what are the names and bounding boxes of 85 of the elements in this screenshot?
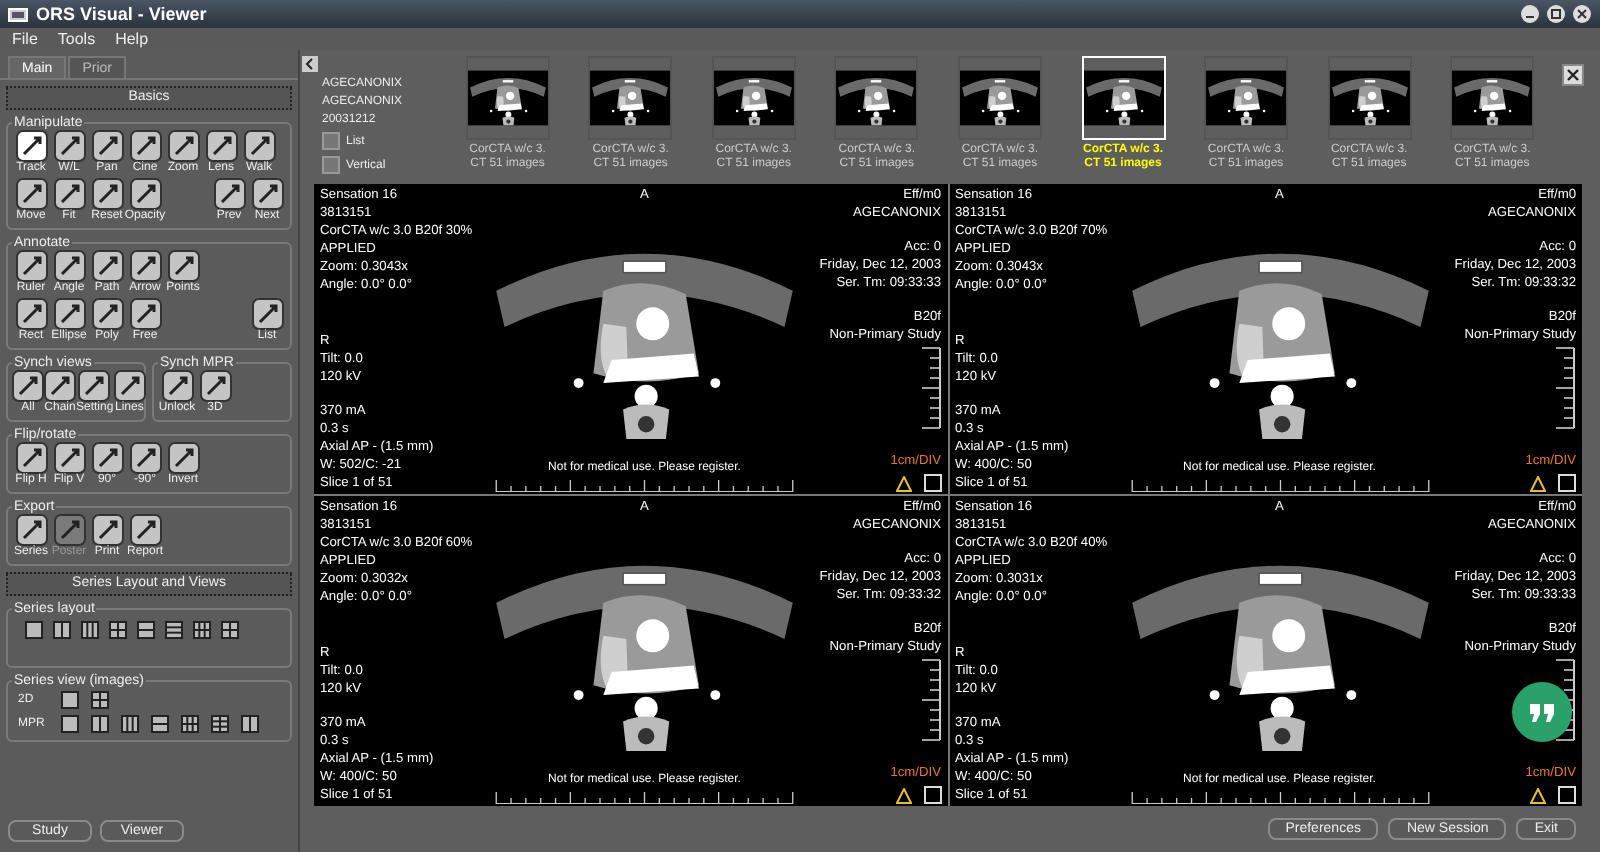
tool-icon bbox=[53, 442, 85, 474]
tool-icon bbox=[129, 298, 161, 330]
tool-icon bbox=[15, 442, 47, 474]
minimize-button[interactable] bbox=[1520, 4, 1540, 24]
grid-layout-icon[interactable] bbox=[210, 714, 230, 735]
warning-icon[interactable] bbox=[895, 787, 911, 803]
warning-icon[interactable] bbox=[1530, 475, 1546, 491]
square-toggle[interactable] bbox=[1558, 474, 1576, 492]
menu-item[interactable]: Help bbox=[115, 30, 149, 48]
grid-layout-icon[interactable] bbox=[192, 620, 212, 640]
grid-layout-icon[interactable] bbox=[90, 714, 110, 735]
grid-layout-icon[interactable] bbox=[220, 620, 240, 640]
tool-icon bbox=[53, 178, 85, 210]
tool-icon bbox=[91, 442, 123, 474]
tool-icon bbox=[243, 130, 275, 162]
close-icon[interactable] bbox=[1562, 64, 1584, 86]
grid-layout-icon[interactable] bbox=[60, 714, 80, 735]
tool-icon bbox=[53, 130, 85, 162]
tool-icon bbox=[15, 250, 47, 282]
tool-icon bbox=[53, 514, 85, 546]
ct-scan-drawing bbox=[711, 56, 796, 140]
grid-layout-icon[interactable] bbox=[180, 714, 200, 735]
tool-icon bbox=[205, 130, 237, 162]
ct-scan-drawing bbox=[465, 56, 550, 140]
tool-icon bbox=[53, 250, 85, 282]
tool-icon bbox=[91, 130, 123, 162]
window-title: ORS Visual - Viewer bbox=[36, 4, 207, 24]
grid-layout-icon[interactable] bbox=[164, 620, 184, 640]
tool-icon bbox=[15, 130, 47, 162]
chevron-left-icon[interactable] bbox=[302, 56, 318, 72]
grid-layout-icon[interactable] bbox=[80, 620, 100, 640]
tool-icon bbox=[161, 370, 193, 402]
checkbox[interactable] bbox=[322, 132, 340, 150]
tool-icon bbox=[15, 514, 47, 546]
grid-layout-icon[interactable] bbox=[24, 620, 44, 640]
quote-icon bbox=[1530, 703, 1554, 721]
maximize-button[interactable] bbox=[1546, 4, 1566, 24]
tool-icon bbox=[15, 298, 47, 330]
tool-icon bbox=[91, 250, 123, 282]
tool-icon bbox=[251, 178, 283, 210]
tool-icon bbox=[91, 178, 123, 210]
warning-icon[interactable] bbox=[1530, 787, 1546, 803]
grid-layout-icon[interactable] bbox=[136, 620, 156, 640]
grid-layout-icon[interactable] bbox=[120, 714, 140, 735]
tool-icon bbox=[213, 178, 245, 210]
ct-scan-drawing bbox=[1204, 56, 1289, 140]
tool-icon bbox=[129, 442, 161, 474]
tool-icon bbox=[167, 442, 199, 474]
ct-scan-drawing bbox=[588, 56, 673, 140]
checkbox[interactable] bbox=[322, 156, 340, 174]
tool-icon bbox=[12, 370, 44, 402]
ct-scan-drawing bbox=[957, 56, 1042, 140]
square-toggle[interactable] bbox=[1558, 786, 1576, 804]
grid-layout-icon[interactable] bbox=[150, 714, 170, 735]
ct-scan-drawing bbox=[1450, 56, 1535, 140]
tool-icon bbox=[129, 250, 161, 282]
tool-icon bbox=[251, 298, 283, 330]
tool-icon bbox=[199, 370, 231, 402]
square-toggle[interactable] bbox=[923, 786, 941, 804]
tool-icon bbox=[113, 370, 146, 402]
grid-layout-icon[interactable] bbox=[240, 714, 260, 735]
tool-icon bbox=[129, 178, 161, 210]
tool-icon bbox=[129, 514, 161, 546]
menu-item[interactable]: Tools bbox=[57, 30, 96, 48]
ct-scan-drawing bbox=[1081, 56, 1165, 140]
tool-icon bbox=[91, 298, 123, 330]
grid-layout-icon[interactable] bbox=[52, 620, 72, 640]
ct-scan-drawing bbox=[1327, 56, 1412, 140]
tool-icon bbox=[167, 130, 199, 162]
tool-icon bbox=[44, 370, 76, 402]
tool-icon bbox=[167, 250, 199, 282]
grid-layout-icon[interactable] bbox=[90, 690, 110, 711]
ct-scan-drawing bbox=[834, 56, 919, 140]
grid-layout-icon[interactable] bbox=[108, 620, 128, 640]
close-button[interactable] bbox=[1572, 4, 1592, 24]
tool-icon bbox=[78, 370, 111, 402]
tool-icon bbox=[53, 298, 85, 330]
grid-layout-icon[interactable] bbox=[60, 690, 80, 711]
tool-icon bbox=[15, 178, 47, 210]
tool-icon bbox=[129, 130, 161, 162]
square-toggle[interactable] bbox=[923, 474, 941, 492]
tool-icon bbox=[91, 514, 123, 546]
warning-icon[interactable] bbox=[895, 475, 911, 491]
menu-item[interactable]: File bbox=[12, 30, 38, 48]
app-icon bbox=[8, 7, 28, 21]
